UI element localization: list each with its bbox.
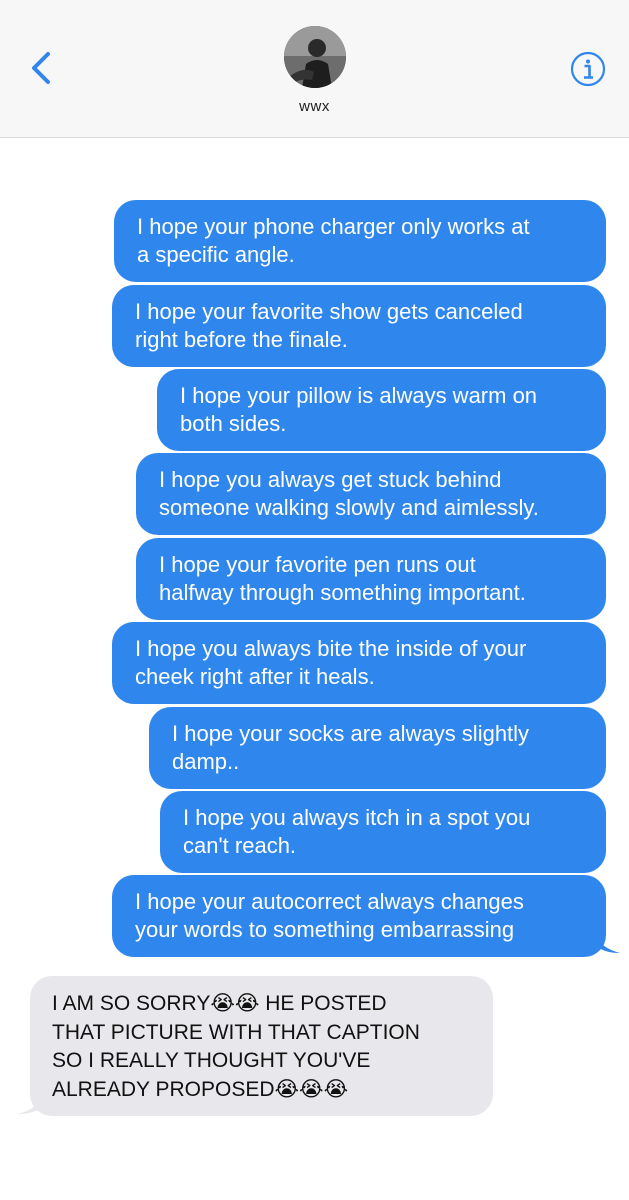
outgoing-message[interactable]: I hope your phone charger only works at … [114, 200, 606, 282]
outgoing-message[interactable]: I hope you always bite the inside of you… [112, 622, 606, 704]
info-icon [570, 51, 606, 87]
contact-avatar[interactable] [284, 26, 346, 88]
outgoing-message[interactable]: I hope your pillow is always warm on bot… [157, 369, 606, 451]
back-button[interactable] [22, 46, 62, 90]
avatar-photo [284, 26, 346, 88]
message-thread[interactable]: I hope your phone charger only works at … [0, 138, 629, 1200]
outgoing-message[interactable]: I hope you always itch in a spot you can… [160, 791, 606, 873]
outgoing-message[interactable]: I hope your favorite show gets canceled … [112, 285, 606, 367]
chevron-left-icon [32, 52, 50, 84]
outgoing-message[interactable]: I hope your autocorrect always changes y… [112, 875, 606, 957]
conversation-header: wwx [0, 0, 629, 138]
contact-name[interactable]: wwx [0, 98, 629, 115]
outgoing-message[interactable]: I hope your socks are always slightly da… [149, 707, 606, 789]
outgoing-message[interactable]: I hope you always get stuck behind someo… [136, 453, 606, 535]
incoming-message[interactable]: I AM SO SORRY😭😭 HE POSTED THAT PICTURE W… [30, 976, 493, 1116]
outgoing-message[interactable]: I hope your favorite pen runs out halfwa… [136, 538, 606, 620]
info-button[interactable] [570, 51, 606, 87]
incoming-bubble-tail [18, 1089, 44, 1114]
outgoing-bubble-tail [594, 928, 620, 953]
